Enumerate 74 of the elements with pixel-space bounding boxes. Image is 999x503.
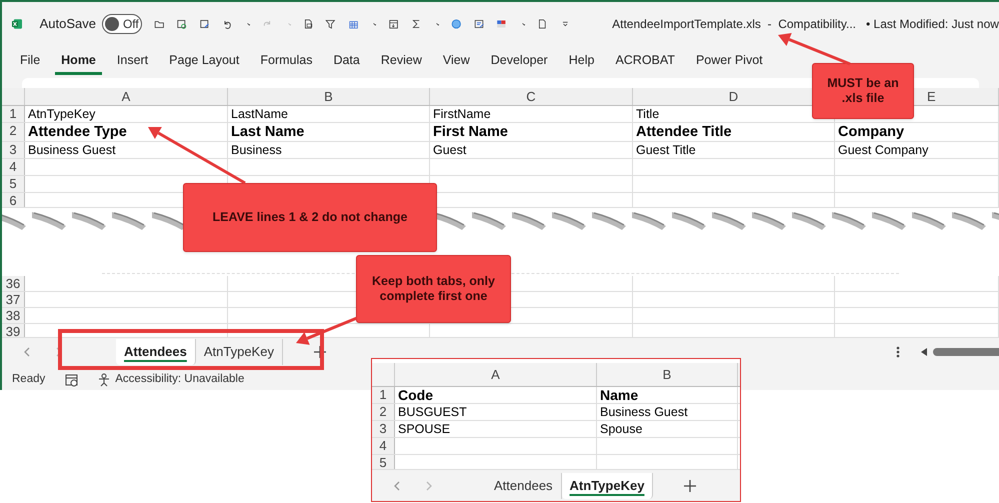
table-cell: BUSGUEST xyxy=(398,405,467,419)
callout-tooltip: LEAVE lines 1 & 2 do not change xyxy=(183,183,437,252)
ribbon-tab[interactable]: Power Pivot xyxy=(690,49,769,75)
accessibility-status[interactable]: Accessibility: Unavailable xyxy=(115,370,244,388)
column-header[interactable]: B xyxy=(228,88,430,105)
ribbon-tab[interactable]: Formulas xyxy=(254,49,318,75)
ribbon-tab[interactable]: Data xyxy=(327,49,366,75)
row-header[interactable]: 4 xyxy=(2,159,25,175)
table-cell: Last Name xyxy=(231,124,304,140)
row-header[interactable]: 2 xyxy=(2,123,25,141)
status-ready: Ready xyxy=(12,372,46,387)
ribbon-tab[interactable]: File xyxy=(14,49,46,75)
row-header[interactable]: 4 xyxy=(372,438,395,454)
sheet-tab[interactable]: Attendees xyxy=(116,339,196,365)
macro-icon[interactable] xyxy=(65,372,80,386)
table-cell: Company xyxy=(838,124,904,140)
ribbon-tab[interactable]: Home xyxy=(55,49,102,75)
table-cell: Guest Company xyxy=(838,143,928,157)
table-cell: Attendee Title xyxy=(636,124,732,140)
document-title: AttendeeImportTemplate.xls - Compatibility... xyxy=(612,16,856,33)
row-header[interactable]: 39 xyxy=(2,324,25,337)
ribbon-tab[interactable]: View xyxy=(436,49,476,75)
table-cell: Title xyxy=(636,107,660,121)
table-cell: AtnTypeKey xyxy=(28,107,96,121)
row-header[interactable]: 5 xyxy=(2,176,25,192)
column-header[interactable]: A xyxy=(395,363,597,386)
table-cell: SPOUSE xyxy=(398,422,450,436)
chevron-left-icon[interactable] xyxy=(22,346,32,358)
chevron-left-icon[interactable] xyxy=(392,480,402,492)
table-cell: Guest Title xyxy=(636,143,696,157)
row-header[interactable]: 38 xyxy=(2,308,25,323)
table-cell: Guest xyxy=(433,143,466,157)
ribbon-tab[interactable]: Insert xyxy=(110,49,154,75)
ribbon-tab[interactable]: Review xyxy=(374,49,428,75)
row-header[interactable]: 36 xyxy=(2,276,25,291)
table-cell: FirstName xyxy=(433,107,491,121)
table-cell: Business Guest xyxy=(600,405,688,419)
ribbon-tab[interactable]: Page Layout xyxy=(163,49,246,75)
table-cell: Name xyxy=(600,387,638,403)
ribbon-tab[interactable]: Developer xyxy=(484,49,554,75)
ribbon-tab[interactable]: Help xyxy=(562,49,600,75)
callout-tooltip: Keep both tabs, only complete first one xyxy=(356,255,511,323)
scroll-left-icon[interactable] xyxy=(919,347,929,357)
table-cell: LastName xyxy=(231,107,288,121)
row-header[interactable]: 2 xyxy=(372,404,395,420)
table-cell: First Name xyxy=(433,124,508,140)
horizontal-scrollbar[interactable] xyxy=(933,348,999,356)
column-header[interactable]: C xyxy=(430,88,633,105)
autosave-toggle[interactable]: Off xyxy=(102,14,142,34)
row-header[interactable]: 1 xyxy=(372,387,395,403)
row-header[interactable]: 37 xyxy=(2,292,25,307)
table-cell: Spouse xyxy=(600,422,642,436)
row-header[interactable]: 5 xyxy=(372,455,395,469)
row-header[interactable]: 1 xyxy=(2,106,25,122)
accessibility-icon[interactable] xyxy=(97,372,112,386)
column-header[interactable]: B xyxy=(597,363,738,386)
sheet-tab[interactable]: AtnTypeKey xyxy=(562,472,654,498)
callout-tooltip: MUST be an .xls file xyxy=(812,63,914,119)
plus-icon[interactable] xyxy=(312,345,327,359)
last-modified-text: • Last Modified: Just now xyxy=(866,16,999,33)
more-options-icon[interactable] xyxy=(895,345,901,359)
row-header[interactable]: 6 xyxy=(2,193,25,207)
plus-icon[interactable] xyxy=(683,478,698,492)
arrow xyxy=(296,316,358,345)
ribbon-tab[interactable]: ACROBAT xyxy=(609,49,681,75)
row-header[interactable]: 3 xyxy=(2,142,25,158)
column-header[interactable]: A xyxy=(25,88,228,105)
table-cell: Business xyxy=(231,143,282,157)
row-header[interactable]: 3 xyxy=(372,421,395,437)
table-cell: Business Guest xyxy=(28,143,116,157)
table-cell: Code xyxy=(398,387,433,403)
table-cell: Attendee Type xyxy=(28,124,127,140)
autosave-label: AutoSave xyxy=(40,15,96,34)
sheet-tab[interactable]: AtnTypeKey xyxy=(196,339,283,365)
